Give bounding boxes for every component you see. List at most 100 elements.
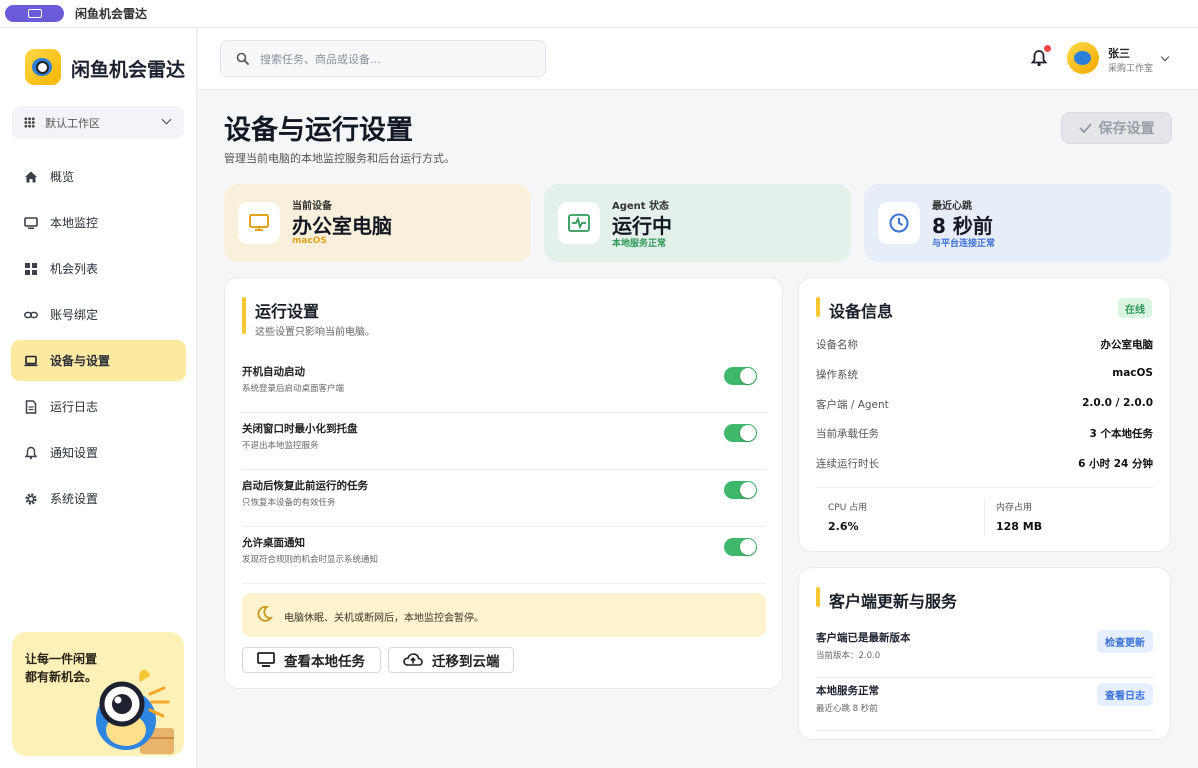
laptop-icon xyxy=(24,354,38,368)
card-subtitle: 这些设置只影响当前电脑。 xyxy=(255,327,375,338)
info-row-tasks: 当前承载任务 3 个本地任务 xyxy=(816,426,1153,442)
accent-bar xyxy=(816,587,820,607)
sidebar-item-label: 概览 xyxy=(50,170,75,184)
check-update-button[interactable]: 检查更新 xyxy=(1097,630,1153,653)
setting-label: 启动后恢复此前运行的任务 xyxy=(242,480,368,492)
clock-icon xyxy=(878,202,920,244)
setting-row-autostart: 开机自动启动 系统登录后启动桌面客户端 xyxy=(242,356,766,413)
sidebar-item-label: 设备与设置 xyxy=(50,354,111,368)
save-button-label: 保存设置 xyxy=(1098,121,1155,137)
user-role: 采购工作室 xyxy=(1108,64,1154,74)
mascot-illustration xyxy=(96,669,174,754)
moon-icon xyxy=(257,605,273,622)
minimize-tray-toggle[interactable] xyxy=(724,424,757,442)
sidebar-item-system-settings[interactable]: 系统设置 xyxy=(11,478,186,519)
info-key: 设备名称 xyxy=(816,339,858,351)
monitor-icon xyxy=(238,202,280,244)
service-sub: 最近心跳 8 秒前 xyxy=(816,704,878,714)
button-label: 迁移到云端 xyxy=(432,654,500,670)
gear-icon xyxy=(24,492,38,506)
accent-bar xyxy=(816,297,820,317)
avatar[interactable] xyxy=(1067,42,1099,74)
sidebar-item-overview[interactable]: 概览 xyxy=(11,156,186,197)
status-badge: 在线 xyxy=(1118,298,1152,318)
sidebar-item-label: 系统设置 xyxy=(50,492,99,506)
sidebar-item-label: 机会列表 xyxy=(50,262,99,276)
sidebar-item-local-monitor[interactable]: 本地监控 xyxy=(11,202,186,243)
setting-row-desktop-notify: 允许桌面通知 发现符合规则的机会时显示系统通知 xyxy=(242,527,766,584)
sidebar: 闲鱼机会雷达 默认工作区 概览 本地监控 机会列表 账号绑定 设备与设置 运行日… xyxy=(0,28,197,768)
search-input[interactable]: 搜索任务、商品或设备... xyxy=(220,40,546,77)
card-title: 运行设置 xyxy=(255,302,320,321)
stat-value: 运行中 xyxy=(612,214,672,238)
setting-label: 允许桌面通知 xyxy=(242,537,305,549)
service-row-update: 客户端已是最新版本 当前版本：2.0.0 检查更新 xyxy=(816,626,1153,678)
monitor-icon xyxy=(24,216,38,230)
memory-label: 内存占用 xyxy=(996,503,1033,513)
service-sub: 当前版本：2.0.0 xyxy=(816,651,881,661)
view-local-tasks-button[interactable]: 查看本地任务 xyxy=(242,647,381,673)
service-row-status: 本地服务正常 最近心跳 8 秒前 查看日志 xyxy=(816,679,1153,731)
sidebar-item-label: 账号绑定 xyxy=(50,308,99,322)
migrate-to-cloud-button[interactable]: 迁移到云端 xyxy=(388,647,514,673)
search-icon xyxy=(236,52,249,65)
stat-sub: 与平台连接正常 xyxy=(932,239,996,249)
desktop-notify-toggle[interactable] xyxy=(724,538,757,556)
info-key: 连续运行时长 xyxy=(816,458,879,470)
page-title: 设备与运行设置 xyxy=(224,115,413,146)
setting-label: 开机自动启动 xyxy=(242,366,305,378)
info-row-os: 操作系统 macOS xyxy=(816,367,1153,383)
link-icon xyxy=(24,308,38,322)
info-value: macOS xyxy=(1112,367,1153,379)
divider xyxy=(816,487,1153,488)
info-value: 2.0.0 / 2.0.0 xyxy=(1082,397,1153,409)
restore-tasks-toggle[interactable] xyxy=(724,481,757,499)
memory-value: 128 MB xyxy=(996,520,1043,533)
autostart-toggle[interactable] xyxy=(724,367,757,385)
run-settings-card: 运行设置 这些设置只影响当前电脑。 开机自动启动 系统登录后启动桌面客户端 关闭… xyxy=(224,277,783,689)
sidebar-item-label: 本地监控 xyxy=(50,216,99,230)
stat-value: 8 秒前 xyxy=(932,214,993,238)
stat-card-device: 当前设备 办公室电脑 macOS xyxy=(224,184,531,262)
user-name[interactable]: 张三 xyxy=(1108,45,1130,61)
sidebar-item-account-binding[interactable]: 账号绑定 xyxy=(11,294,186,335)
card-title: 设备信息 xyxy=(829,302,894,321)
sidebar-item-notifications[interactable]: 通知设置 xyxy=(11,432,186,473)
cpu-usage: CPU 占用 2.6% xyxy=(828,500,978,553)
setting-desc: 系统登录后启动桌面客户端 xyxy=(242,384,345,394)
service-title: 本地服务正常 xyxy=(816,685,879,697)
tip-text: 电脑休眠、关机或断网后，本地监控会暂停。 xyxy=(284,613,484,624)
info-row-device-name: 设备名称 办公室电脑 xyxy=(816,337,1153,353)
device-info-card: 设备信息 在线 设备名称 办公室电脑 操作系统 macOS 客户端 / Agen… xyxy=(798,277,1171,552)
document-icon xyxy=(24,399,38,414)
chevron-down-icon[interactable] xyxy=(1160,52,1170,62)
view-log-button[interactable]: 查看日志 xyxy=(1097,683,1153,706)
setting-desc: 只恢复本设备的有效任务 xyxy=(242,498,336,508)
sidebar-item-run-log[interactable]: 运行日志 xyxy=(11,386,186,427)
setting-label: 关闭窗口时最小化到托盘 xyxy=(242,423,358,435)
cpu-label: CPU 占用 xyxy=(828,503,868,513)
button-label: 查看本地任务 xyxy=(284,654,365,670)
info-row-version: 客户端 / Agent 2.0.0 / 2.0.0 xyxy=(816,397,1153,413)
info-key: 当前承载任务 xyxy=(816,428,879,440)
sidebar-item-label: 通知设置 xyxy=(50,446,99,460)
chevron-down-icon xyxy=(161,114,172,125)
info-value: 6 小时 24 分钟 xyxy=(1078,458,1153,470)
info-key: 操作系统 xyxy=(816,369,858,381)
sidebar-item-device-settings[interactable]: 设备与设置 xyxy=(11,340,186,381)
page-subtitle: 管理当前电脑的本地监控服务和后台运行方式。 xyxy=(224,152,455,165)
stat-sub: 本地服务正常 xyxy=(612,239,667,249)
setting-row-minimize-tray: 关闭窗口时最小化到托盘 不退出本地监控服务 xyxy=(242,413,766,470)
workspace-selector[interactable]: 默认工作区 xyxy=(12,106,184,139)
setting-desc: 发现符合规则的机会时显示系统通知 xyxy=(242,555,379,565)
title-bar: 闲鱼机会雷达 xyxy=(0,0,1198,28)
cloud-upload-icon xyxy=(403,653,423,666)
divider xyxy=(984,498,985,536)
window-app-icon[interactable] xyxy=(5,5,64,22)
brand-name: 闲鱼机会雷达 xyxy=(71,59,186,81)
check-icon xyxy=(1078,123,1092,133)
sidebar-item-opportunities[interactable]: 机会列表 xyxy=(11,248,186,289)
save-settings-button[interactable]: 保存设置 xyxy=(1061,112,1172,144)
sleep-tip: 电脑休眠、关机或断网后，本地监控会暂停。 xyxy=(242,593,766,637)
apps-grid-icon xyxy=(24,117,35,128)
